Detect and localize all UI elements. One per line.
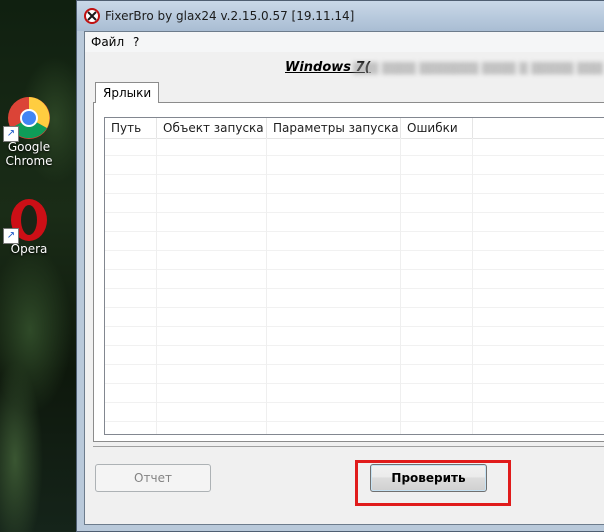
window-client: Файл ? Windows 7( ▒▒▒ ▒▒▒▒ ▒▒▒▒▒▒▒ ▒▒▒▒ … — [84, 31, 604, 525]
menu-file[interactable]: Файл — [91, 35, 124, 49]
desktop-shortcut-chrome[interactable]: ↗ Google Chrome — [0, 96, 64, 168]
desktop-icon-label: Chrome — [5, 154, 53, 168]
title-bar[interactable]: FixerBro by glax24 v.2.15.0.57 [19.11.14… — [77, 1, 604, 31]
shortcut-arrow-icon: ↗ — [3, 228, 19, 244]
shortcut-arrow-icon: ↗ — [3, 126, 19, 142]
tab-panel-shortcuts: Путь Объект запуска Параметры запуска Ош… — [93, 102, 604, 442]
column-header-target[interactable]: Объект запуска — [157, 118, 267, 138]
app-icon — [84, 8, 100, 24]
column-divider — [156, 138, 157, 434]
highlight-box — [355, 460, 511, 506]
os-info-blurred: ▒▒▒ ▒▒▒▒ ▒▒▒▒▒▒▒ ▒▒▒▒ ▒ ▒▒▒▒▒ ▒▒▒▒▒▒▒ — [353, 62, 603, 75]
separator — [93, 446, 604, 447]
column-divider — [266, 138, 267, 434]
desktop-shortcut-opera[interactable]: ↗ Opera — [0, 198, 64, 256]
tab-shortcuts[interactable]: Ярлыки — [95, 82, 160, 103]
shortcuts-table[interactable]: Путь Объект запуска Параметры запуска Ош… — [104, 117, 604, 435]
desktop-icon-label: Google — [7, 140, 51, 154]
app-window: FixerBro by glax24 v.2.15.0.57 [19.11.14… — [76, 0, 604, 532]
opera-icon: ↗ — [3, 198, 51, 244]
chrome-icon: ↗ — [3, 96, 51, 142]
table-header: Путь Объект запуска Параметры запуска Ош… — [105, 118, 604, 139]
menu-bar: Файл ? — [85, 32, 604, 52]
column-divider — [472, 138, 473, 434]
column-divider — [400, 138, 401, 434]
menu-help[interactable]: ? — [133, 35, 139, 49]
column-header-errors[interactable]: Ошибки — [401, 118, 473, 138]
window-title: FixerBro by glax24 v.2.15.0.57 [19.11.14… — [105, 9, 355, 23]
column-header-path[interactable]: Путь — [105, 118, 157, 138]
column-header-arguments[interactable]: Параметры запуска — [267, 118, 401, 138]
desktop-icon-label: Opera — [10, 242, 48, 256]
report-button[interactable]: Отчет — [95, 464, 211, 492]
